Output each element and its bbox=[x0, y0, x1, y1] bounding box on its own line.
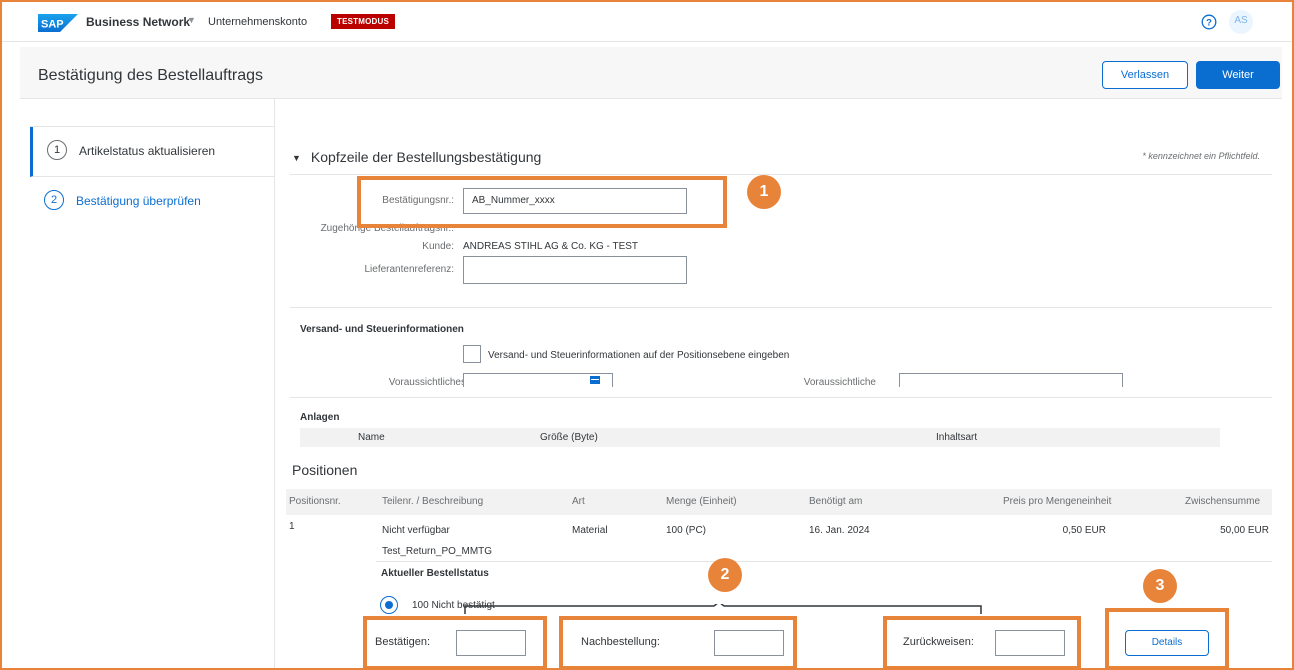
step-label: Bestätigung überprüfen bbox=[76, 194, 201, 208]
step-navigation: 1 Artikelstatus aktualisieren 2 Bestätig… bbox=[30, 99, 275, 668]
step-number: 2 bbox=[44, 190, 64, 210]
divider bbox=[290, 397, 1272, 398]
page-title: Bestätigung des Bestellauftrags bbox=[38, 67, 264, 84]
customer-value: ANDREAS STIHL AG & Co. KG - TEST bbox=[463, 241, 639, 252]
confirm-label: Bestätigen: bbox=[375, 636, 431, 648]
current-status-title: Aktueller Bestellstatus bbox=[381, 568, 489, 579]
col-unit-price: Preis pro Mengeneinheit bbox=[1003, 496, 1112, 507]
supplier-reference-label: Lieferantenreferenz: bbox=[364, 264, 454, 275]
row-description: Test_Return_PO_MMTG bbox=[382, 546, 493, 557]
svg-text:?: ? bbox=[1206, 18, 1212, 29]
row-unit-price: 0,50 EUR bbox=[1062, 525, 1106, 536]
positions-table-header: Positionsnr. Teilenr. / Beschreibung Art… bbox=[286, 489, 1272, 515]
chevron-down-icon[interactable]: ▼ bbox=[187, 15, 196, 25]
divider bbox=[376, 561, 1272, 562]
section-title: Kopfzeile der Bestellungsbestätigung bbox=[310, 149, 542, 165]
estimated-date-row: Voraussichtliches Voraussichtliche bbox=[290, 373, 1272, 387]
line-level-shipping-label: Versand- und Steuerinformationen auf der… bbox=[488, 350, 790, 361]
row-quantity: 100 (PC) bbox=[666, 525, 707, 536]
supplier-reference-input[interactable] bbox=[463, 256, 687, 284]
attachments-col-name: Name bbox=[358, 432, 385, 443]
highlight-confirmation-number bbox=[357, 176, 727, 228]
sap-logo-text: SAP bbox=[41, 19, 64, 31]
backorder-label: Nachbestellung: bbox=[581, 636, 660, 648]
nav-step-update-status[interactable]: 1 Artikelstatus aktualisieren bbox=[30, 127, 274, 177]
row-part: Nicht verfügbar bbox=[382, 525, 450, 536]
row-type: Material bbox=[572, 525, 608, 536]
highlight-backorder: Nachbestellung: bbox=[559, 616, 797, 668]
col-quantity: Menge (Einheit) bbox=[666, 496, 737, 507]
shipping-tax-title: Versand- und Steuerinformationen bbox=[300, 324, 464, 335]
step-label: Artikelstatus aktualisieren bbox=[79, 144, 216, 158]
bracket-connector bbox=[464, 604, 982, 614]
leave-button[interactable]: Verlassen bbox=[1102, 61, 1188, 89]
product-title[interactable]: Business Network bbox=[86, 15, 190, 29]
highlight-confirm: Bestätigen: bbox=[363, 616, 547, 668]
col-needed-date: Benötigt am bbox=[809, 496, 863, 507]
customer-label: Kunde: bbox=[422, 241, 454, 252]
row-number: 1 bbox=[289, 521, 295, 532]
test-mode-badge: TESTMODUS bbox=[331, 14, 396, 29]
backorder-quantity-input[interactable] bbox=[714, 630, 784, 656]
screenshot-frame: SAP Business Network ▼ Unternehmenskonto… bbox=[0, 0, 1294, 670]
attachments-table-header: Name Größe (Byte) Inhaltsart bbox=[300, 428, 1220, 447]
collapse-caret-icon[interactable]: ▼ bbox=[292, 153, 301, 163]
divider bbox=[290, 307, 1272, 308]
attachments-col-type: Inhaltsart bbox=[936, 432, 978, 443]
sap-logo[interactable]: SAP bbox=[38, 14, 78, 32]
next-button[interactable]: Weiter bbox=[1196, 61, 1280, 89]
attachments-col-size: Größe (Byte) bbox=[540, 432, 598, 443]
callout-2: 2 bbox=[708, 558, 742, 592]
step-number: 1 bbox=[47, 140, 67, 160]
col-subtotal: Zwischensumme bbox=[1185, 496, 1261, 507]
col-part-description: Teilenr. / Beschreibung bbox=[382, 496, 484, 507]
nav-step-review[interactable]: 2 Bestätigung überprüfen bbox=[30, 177, 274, 227]
required-note: * kennzeichnet ein Pflichtfeld. bbox=[1142, 151, 1260, 161]
calendar-icon[interactable] bbox=[590, 376, 600, 384]
page-header: Bestätigung des Bestellauftrags Verlasse… bbox=[20, 47, 1282, 99]
estimated-shipping-label: Voraussichtliche bbox=[803, 377, 876, 387]
reject-quantity-input[interactable] bbox=[995, 630, 1065, 656]
row-subtotal: 50,00 EUR bbox=[1220, 525, 1269, 536]
row-needed-date: 16. Jan. 2024 bbox=[809, 525, 870, 536]
reject-label: Zurückweisen: bbox=[903, 636, 974, 648]
estimated-shipping-input[interactable] bbox=[899, 373, 1123, 387]
col-type: Art bbox=[572, 496, 585, 507]
nav-spacer bbox=[30, 99, 274, 127]
section-header[interactable]: ▼ Kopfzeile der Bestellungsbestätigung bbox=[292, 149, 541, 165]
col-position-number: Positionsnr. bbox=[289, 496, 341, 507]
details-button[interactable]: Details bbox=[1125, 630, 1209, 656]
positions-title: Positionen bbox=[292, 462, 358, 478]
attachments-title: Anlagen bbox=[300, 412, 340, 423]
divider bbox=[290, 174, 1272, 175]
highlight-details: Details bbox=[1105, 608, 1229, 668]
avatar[interactable]: AS bbox=[1229, 10, 1253, 34]
callout-1: 1 bbox=[747, 175, 781, 209]
highlight-reject: Zurückweisen: bbox=[883, 616, 1081, 668]
shell-bar: SAP Business Network ▼ Unternehmenskonto… bbox=[2, 2, 1292, 42]
help-icon[interactable]: ? bbox=[1201, 14, 1217, 30]
line-level-shipping-checkbox[interactable] bbox=[463, 345, 481, 363]
status-radio[interactable] bbox=[380, 596, 398, 614]
account-label: Unternehmenskonto bbox=[208, 16, 308, 28]
callout-3: 3 bbox=[1143, 569, 1177, 603]
estimated-delivery-label: Voraussichtliches bbox=[388, 377, 466, 387]
confirm-quantity-input[interactable] bbox=[456, 630, 526, 656]
